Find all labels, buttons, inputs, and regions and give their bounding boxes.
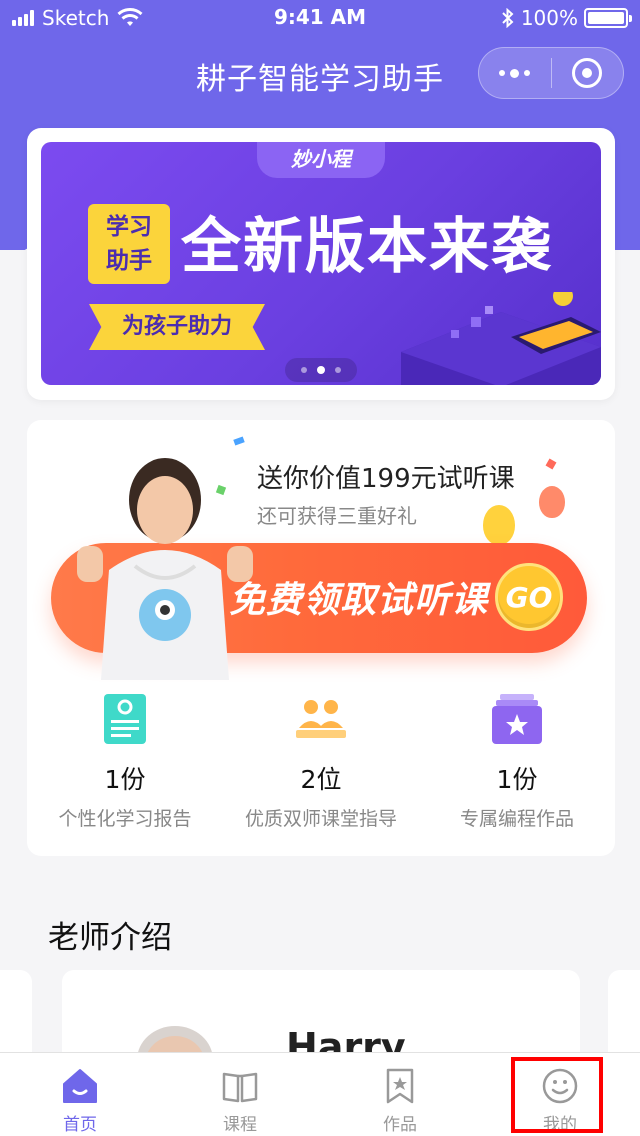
tab-home[interactable]: 首页 — [0, 1053, 160, 1136]
confetti-icon — [545, 458, 557, 470]
battery-icon — [584, 8, 632, 28]
more-dots-icon — [499, 68, 531, 78]
feature-label: 专属编程作品 — [459, 808, 574, 830]
pager-dot-active[interactable] — [317, 366, 325, 374]
highlight-box — [511, 1057, 603, 1133]
red-balloon-icon — [539, 486, 565, 518]
tab-works[interactable]: 作品 — [320, 1053, 480, 1136]
go-button[interactable]: GO — [495, 563, 563, 631]
gift-features: 1份 个性化学习报告 2位 优质双师课堂指导 1份 专属编程作品 — [27, 692, 615, 832]
banner-ribbon: 为孩子助力 — [89, 304, 265, 350]
screen: Sketch 9:41 AM 100% 耕子智能学习助手 妙小程 学习 助手 全… — [0, 0, 640, 1136]
pager-dot[interactable] — [335, 367, 341, 373]
banner-pager[interactable] — [285, 358, 357, 382]
promo-banner[interactable]: 妙小程 学习 助手 全新版本来袭 为孩子助力 — [41, 142, 601, 385]
tab-courses[interactable]: 课程 — [160, 1053, 320, 1136]
trial-class-card: 送你价值199元试听课 还可获得三重好礼 免费领取试听课 GO 1份 个性化学习… — [27, 420, 615, 856]
feature-count: 2位 — [300, 765, 342, 794]
trial-class-subtitle: 还可获得三重好礼 — [257, 504, 417, 528]
feature-works[interactable]: 1份 专属编程作品 — [419, 692, 615, 832]
battery-percent: 100% — [520, 6, 578, 30]
banner-headline: 全新版本来袭 — [181, 212, 553, 282]
isometric-device-illustration — [401, 292, 601, 385]
star-works-icon — [492, 694, 542, 744]
bluetooth-icon — [502, 8, 514, 28]
mini-program-capsule — [478, 47, 624, 99]
home-icon — [63, 1069, 97, 1103]
navigation-bar: 耕子智能学习助手 — [0, 36, 640, 110]
confetti-icon — [233, 436, 245, 446]
more-button[interactable] — [479, 48, 551, 98]
pager-dot[interactable] — [301, 367, 307, 373]
bookmark-icon — [386, 1068, 414, 1104]
teacher-photo — [77, 458, 253, 680]
tab-label: 作品 — [383, 1115, 417, 1135]
teachers-icon — [296, 700, 346, 738]
feature-label: 个性化学习报告 — [58, 808, 192, 830]
teachers-section-title: 老师介绍 — [48, 920, 172, 956]
page-title: 耕子智能学习助手 — [196, 62, 444, 97]
badge-line-1: 学习 — [106, 214, 152, 240]
tab-label: 课程 — [223, 1115, 257, 1135]
feature-count: 1份 — [496, 765, 538, 794]
yellow-balloon-icon — [483, 505, 515, 545]
tab-label: 首页 — [63, 1115, 97, 1135]
book-icon — [222, 1072, 258, 1103]
status-bar: Sketch 9:41 AM 100% — [0, 0, 640, 36]
report-icon — [104, 694, 146, 744]
close-mini-program-button[interactable] — [552, 48, 624, 98]
study-assistant-badge: 学习 助手 — [88, 204, 170, 284]
feature-report[interactable]: 1份 个性化学习报告 — [27, 692, 223, 832]
status-right: 100% — [501, 6, 632, 30]
feature-teachers[interactable]: 2位 优质双师课堂指导 — [223, 692, 419, 832]
feature-count: 1份 — [104, 765, 146, 794]
free-trial-label: 免费领取试听课 — [229, 580, 489, 621]
target-icon — [572, 58, 603, 88]
feature-label: 优质双师课堂指导 — [244, 808, 397, 830]
badge-line-2: 助手 — [106, 248, 152, 274]
banner-card: 妙小程 学习 助手 全新版本来袭 为孩子助力 — [27, 128, 615, 400]
trial-class-title: 送你价值199元试听课 — [257, 464, 515, 494]
brand-logo: 妙小程 — [257, 142, 385, 178]
